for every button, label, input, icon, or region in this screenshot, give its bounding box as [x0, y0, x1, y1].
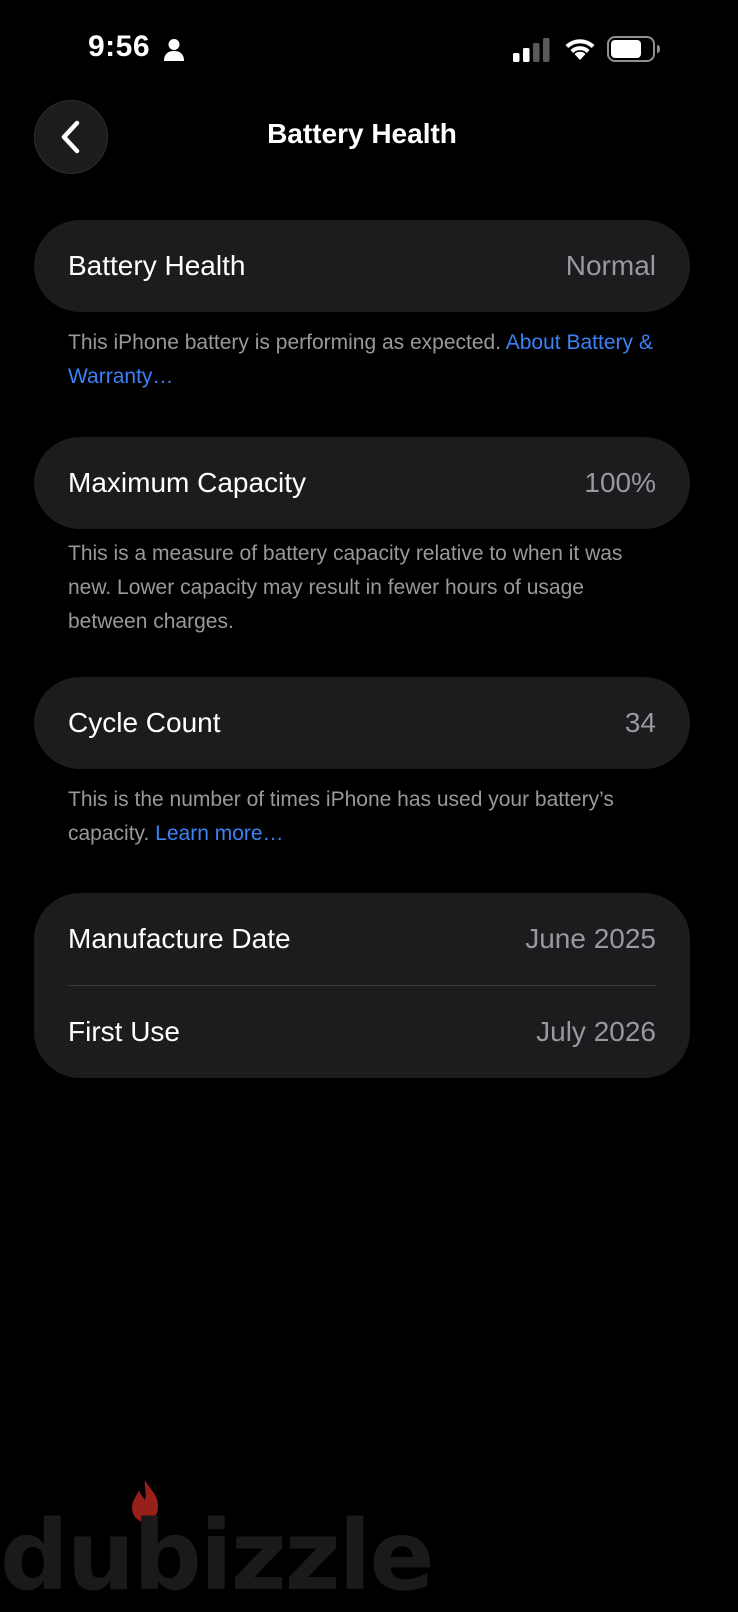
battery-health-value: Normal	[565, 250, 656, 281]
battery-health-note: This iPhone battery is performing as exp…	[68, 326, 658, 394]
learn-more-link[interactable]: Learn more…	[155, 822, 283, 845]
page-title: Battery Health	[267, 118, 457, 149]
cycle-count-note: This is the number of times iPhone has u…	[68, 783, 658, 851]
battery-health-row: Battery Health Normal	[34, 220, 690, 312]
battery-health-note-text: This iPhone battery is performing as exp…	[68, 331, 502, 354]
cycle-count-note-text: This is the number of times iPhone has u…	[68, 788, 614, 845]
maximum-capacity-card: Maximum Capacity 100%	[34, 437, 690, 529]
dates-card: Manufacture Date June 2025 First Use Jul…	[34, 893, 690, 1078]
cellular-signal-icon	[513, 38, 550, 62]
cycle-count-label: Cycle Count	[68, 707, 221, 738]
battery-icon	[607, 36, 660, 62]
manufacture-date-row: Manufacture Date June 2025	[34, 893, 690, 985]
cycle-count-row: Cycle Count 34	[34, 677, 690, 769]
cycle-count-value: 34	[624, 707, 656, 738]
watermark-logo: dubizzle	[0, 1500, 434, 1612]
person-icon	[164, 39, 184, 61]
status-time: 9:56	[88, 30, 151, 63]
first-use-label: First Use	[68, 1016, 180, 1047]
cycle-count-card: Cycle Count 34	[34, 677, 690, 769]
maximum-capacity-note: This is a measure of battery capacity re…	[68, 542, 623, 633]
manufacture-date-value: June 2025	[525, 923, 656, 954]
manufacture-date-label: Manufacture Date	[68, 923, 291, 954]
battery-health-card: Battery Health Normal	[34, 220, 690, 312]
wifi-icon	[565, 39, 595, 60]
status-bar: 9:56	[0, 0, 738, 100]
maximum-capacity-row: Maximum Capacity 100%	[34, 437, 690, 529]
maximum-capacity-label: Maximum Capacity	[68, 467, 307, 498]
maximum-capacity-value: 100%	[584, 467, 656, 498]
first-use-row: First Use July 2026	[34, 986, 690, 1078]
first-use-value: July 2026	[536, 1016, 656, 1047]
battery-health-label: Battery Health	[68, 250, 246, 281]
